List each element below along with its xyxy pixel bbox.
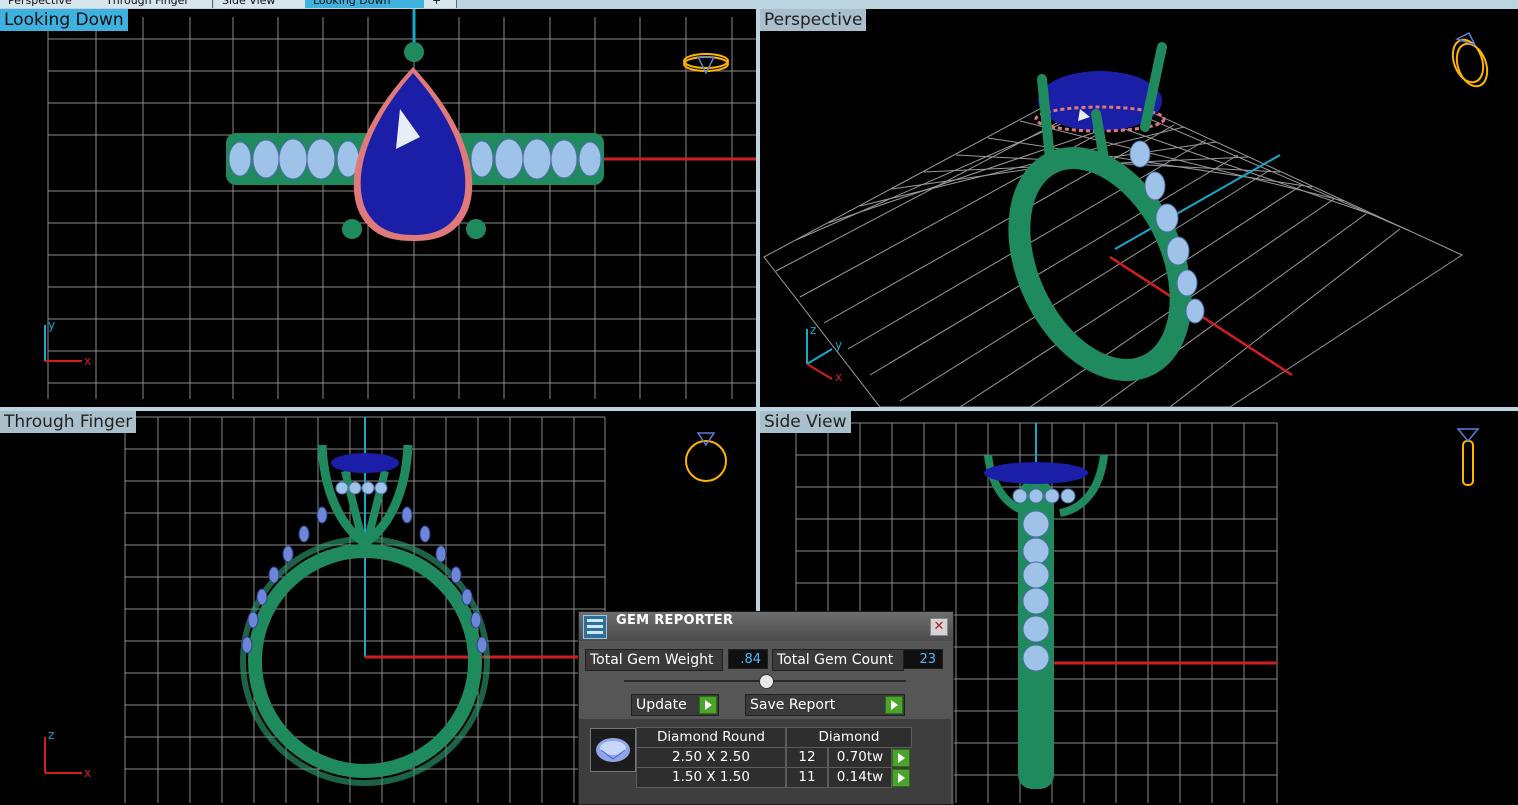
gem-row-count: 11: [786, 767, 828, 788]
play-icon[interactable]: [892, 749, 910, 767]
play-icon: [885, 696, 903, 714]
tab-perspective[interactable]: Perspective: [0, 0, 99, 8]
gem-report-table: Diamond Round Diamond 2.50 X 2.50 12 0.7…: [579, 719, 951, 804]
axis-x-label: x: [84, 354, 91, 368]
looking-down-canvas: y x: [44, 9, 756, 399]
gem-row-size: 2.50 X 2.50: [636, 747, 786, 768]
ring-gizmo-icon: [1451, 31, 1489, 88]
axis-x-label: x: [835, 370, 842, 384]
gem-row-size: 1.50 X 1.50: [636, 767, 786, 788]
axis-z-label: z: [48, 728, 54, 742]
axis-x-label: x: [84, 766, 91, 780]
total-gem-weight-value: .84: [728, 649, 768, 669]
axis-y-label: y: [835, 338, 842, 352]
tab-side-view[interactable]: Side View: [214, 0, 311, 8]
viewport-label[interactable]: Side View: [760, 411, 851, 433]
axis-triad-icon: y x: [44, 318, 91, 368]
total-gem-weight-field: Total Gem Weight .84: [585, 649, 768, 671]
axis-y-label: y: [48, 318, 55, 332]
viewport-label[interactable]: Perspective: [760, 9, 867, 31]
gem-reporter-panel: GEM REPORTER ✕ Total Gem Weight .84 Tota…: [578, 611, 954, 805]
axis-triad-icon: z x: [44, 728, 91, 780]
gem-row-count: 12: [786, 747, 828, 768]
viewport-label[interactable]: Through Finger: [0, 411, 137, 433]
ring-gizmo-icon: [1456, 428, 1480, 486]
total-gem-weight-label: Total Gem Weight: [585, 649, 723, 671]
play-icon: [699, 696, 717, 714]
tab-add[interactable]: +: [424, 0, 457, 8]
update-button-label: Update: [636, 697, 687, 713]
gem-reporter-icon: [583, 615, 607, 639]
gem-row-weight: 0.70tw: [828, 747, 892, 768]
gem-reporter-titlebar[interactable]: GEM REPORTER ✕: [579, 612, 953, 641]
perspective-canvas: z y x: [763, 31, 1489, 407]
total-gem-count-value: 23: [903, 649, 943, 669]
panel-slider-knob[interactable]: [759, 674, 774, 689]
total-gem-count-field: Total Gem Count 23: [772, 649, 947, 671]
gem-reporter-title: GEM REPORTER: [616, 613, 734, 628]
gem-row-weight: 0.14tw: [828, 767, 892, 788]
viewport-looking-down[interactable]: y x Looking Down: [0, 9, 756, 407]
play-icon[interactable]: [892, 769, 910, 787]
viewport-label[interactable]: Looking Down: [0, 9, 128, 31]
save-report-button[interactable]: Save Report: [745, 694, 905, 716]
ring-gizmo-icon: [685, 432, 727, 482]
update-button[interactable]: Update: [631, 694, 719, 716]
close-icon[interactable]: ✕: [930, 618, 948, 636]
ring-gizmo-icon: [683, 53, 729, 75]
view-tab-bar: Perspective Through Finger Side View Loo…: [0, 0, 1518, 9]
gem-shape-header: Diamond Round: [636, 727, 786, 748]
tab-looking-down[interactable]: Looking Down: [305, 0, 427, 8]
save-report-button-label: Save Report: [750, 697, 836, 713]
gem-thumbnail[interactable]: [590, 728, 636, 772]
axis-triad-icon: z y x: [806, 323, 842, 384]
total-gem-count-label: Total Gem Count: [772, 649, 904, 671]
axis-z-label: z: [810, 323, 816, 337]
viewport-perspective[interactable]: z y x Perspective: [760, 9, 1518, 407]
viewport-splitter-horizontal[interactable]: [0, 407, 1518, 411]
tab-through-finger[interactable]: Through Finger: [98, 0, 213, 8]
gem-material-header: Diamond: [786, 727, 912, 748]
